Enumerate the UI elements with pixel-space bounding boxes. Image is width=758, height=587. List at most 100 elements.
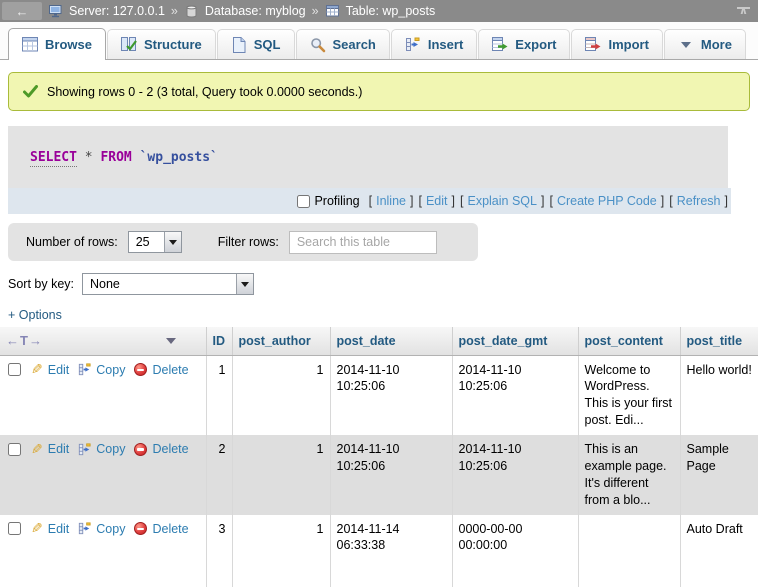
delete-icon bbox=[134, 522, 147, 535]
tab-more[interactable]: More bbox=[664, 29, 746, 59]
delete-link[interactable]: Delete bbox=[152, 521, 188, 538]
edit-pencil-icon: ✎ bbox=[31, 363, 43, 376]
tab-structure[interactable]: Structure bbox=[107, 29, 216, 59]
tab-export[interactable]: Export bbox=[478, 29, 570, 59]
header-id[interactable]: ID bbox=[206, 327, 232, 355]
tab-insert[interactable]: Insert bbox=[391, 29, 477, 59]
tab-label: More bbox=[701, 37, 732, 52]
row-actions-cell: ✎ Edit Copy Delete bbox=[0, 355, 206, 435]
actions-caret-icon[interactable] bbox=[166, 338, 176, 344]
insert-icon bbox=[405, 37, 421, 53]
server-icon bbox=[48, 3, 64, 19]
delete-link[interactable]: Delete bbox=[152, 441, 188, 458]
cell-post-date: 2014-11-10 10:25:06 bbox=[330, 355, 452, 435]
sql-table-identifier: `wp_posts` bbox=[140, 150, 218, 165]
cell-post-date: 2014-11-10 10:25:06 bbox=[330, 435, 452, 515]
cell-post-author: 1 bbox=[232, 355, 330, 435]
export-icon bbox=[492, 37, 508, 53]
edit-link[interactable]: Edit bbox=[48, 441, 70, 458]
delete-icon bbox=[134, 443, 147, 456]
results-table: ← T → ID post_author post_date post_date… bbox=[0, 327, 758, 587]
cell-post-date-gmt: 2014-11-10 10:25:06 bbox=[452, 435, 578, 515]
sort-key-value: None bbox=[83, 274, 236, 294]
browse-icon bbox=[22, 37, 38, 53]
arrow-left-icon: ← bbox=[6, 333, 19, 348]
create-php-code-link[interactable]: Create PHP Code bbox=[557, 194, 657, 208]
breadcrumb-table-label: Table: wp_posts bbox=[346, 4, 436, 18]
tab-label: Structure bbox=[144, 37, 202, 52]
breadcrumb-server-label: Server: 127.0.0.1 bbox=[69, 4, 165, 18]
sql-keyword-select[interactable]: SELECT bbox=[30, 150, 77, 167]
profiling-label[interactable]: Profiling bbox=[314, 194, 359, 208]
dropdown-arrow-icon bbox=[164, 232, 181, 252]
cell-post-date-gmt: 2014-11-10 10:25:06 bbox=[452, 355, 578, 435]
table-row: ✎ Edit Copy Delete 1 1 2014-11-10 10:25:… bbox=[0, 355, 758, 435]
breadcrumb-server[interactable]: Server: 127.0.0.1 bbox=[48, 3, 165, 19]
bracket: ] bbox=[410, 194, 413, 208]
explain-sql-link[interactable]: Explain SQL bbox=[467, 194, 536, 208]
cell-post-content: This is an example page. It's different … bbox=[578, 435, 680, 515]
num-rows-label: Number of rows: bbox=[26, 235, 118, 249]
tab-label: SQL bbox=[254, 37, 281, 52]
table-row: ✎ Edit Copy Delete 3 1 2014-11-14 06:33:… bbox=[0, 515, 758, 587]
copy-icon bbox=[78, 522, 91, 535]
structure-icon bbox=[121, 37, 137, 53]
cell-post-title: Auto Draft bbox=[680, 515, 758, 587]
filter-rows-input[interactable] bbox=[289, 231, 437, 254]
breadcrumb-table[interactable]: Table: wp_posts bbox=[325, 3, 436, 19]
copy-link[interactable]: Copy bbox=[96, 441, 125, 458]
copy-link[interactable]: Copy bbox=[96, 362, 125, 379]
header-post-title[interactable]: post_title bbox=[680, 327, 758, 355]
header-post-date-gmt[interactable]: post_date_gmt bbox=[452, 327, 578, 355]
header-post-content[interactable]: post_content bbox=[578, 327, 680, 355]
copy-icon bbox=[78, 443, 91, 456]
sort-key-select[interactable]: None bbox=[82, 273, 254, 295]
query-actions-strip: Profiling [ Inline ] [ Edit ] [ Explain … bbox=[8, 188, 731, 214]
cell-id: 2 bbox=[206, 435, 232, 515]
row-select-checkbox[interactable] bbox=[8, 443, 21, 456]
cell-post-date-gmt: 0000-00-00 00:00:00 bbox=[452, 515, 578, 587]
breadcrumb-separator: » bbox=[312, 4, 319, 18]
bracket: ] bbox=[452, 194, 455, 208]
transpose-icon[interactable]: ← T → bbox=[6, 333, 42, 348]
sort-by-key-row: Sort by key: None bbox=[8, 273, 758, 295]
edit-query-link[interactable]: Edit bbox=[426, 194, 448, 208]
row-select-checkbox[interactable] bbox=[8, 363, 21, 376]
refresh-link[interactable]: Refresh bbox=[677, 194, 721, 208]
bracket: [ bbox=[669, 194, 672, 208]
number-of-rows-select[interactable]: 25 bbox=[128, 231, 182, 253]
filter-rows-label: Filter rows: bbox=[218, 235, 279, 249]
tab-sql[interactable]: SQL bbox=[217, 29, 295, 59]
edit-link[interactable]: Edit bbox=[48, 362, 70, 379]
tab-label: Export bbox=[515, 37, 556, 52]
sql-query-box: SELECT * FROM `wp_posts` bbox=[8, 126, 728, 188]
header-actions: ← T → bbox=[0, 327, 206, 355]
bracket: [ bbox=[418, 194, 421, 208]
rows-filter-bar: Number of rows: 25 Filter rows: bbox=[8, 223, 478, 261]
row-actions-cell: ✎ Edit Copy Delete bbox=[0, 515, 206, 587]
header-post-date[interactable]: post_date bbox=[330, 327, 452, 355]
tab-import[interactable]: Import bbox=[571, 29, 662, 59]
success-check-icon bbox=[22, 84, 38, 100]
row-select-checkbox[interactable] bbox=[8, 522, 21, 535]
cell-post-title: Sample Page bbox=[680, 435, 758, 515]
cell-post-date: 2014-11-14 06:33:38 bbox=[330, 515, 452, 587]
profiling-checkbox[interactable] bbox=[297, 195, 310, 208]
tab-browse[interactable]: Browse bbox=[8, 28, 106, 60]
edit-link[interactable]: Edit bbox=[48, 521, 70, 538]
delete-link[interactable]: Delete bbox=[152, 362, 188, 379]
search-icon bbox=[310, 37, 326, 53]
tab-search[interactable]: Search bbox=[296, 29, 390, 59]
bracket: [ bbox=[549, 194, 552, 208]
options-toggle-link[interactable]: + Options bbox=[8, 308, 62, 322]
header-post-author[interactable]: post_author bbox=[232, 327, 330, 355]
t-icon: T bbox=[20, 333, 28, 348]
back-button[interactable]: ← bbox=[2, 2, 42, 20]
collapse-panel-icon[interactable]: ∧ bbox=[737, 7, 750, 16]
edit-pencil-icon: ✎ bbox=[31, 522, 43, 535]
breadcrumb-database[interactable]: Database: myblog bbox=[184, 3, 306, 19]
cell-id: 3 bbox=[206, 515, 232, 587]
copy-link[interactable]: Copy bbox=[96, 521, 125, 538]
inline-link[interactable]: Inline bbox=[376, 194, 406, 208]
tab-label: Insert bbox=[428, 37, 463, 52]
